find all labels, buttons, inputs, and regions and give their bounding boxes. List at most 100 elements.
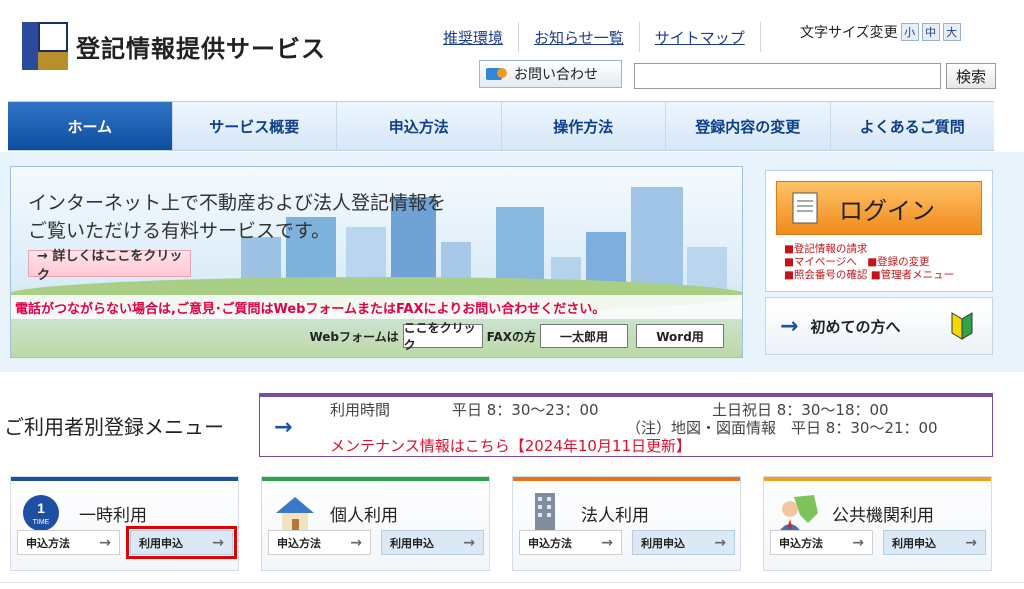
card-personal-use: 個人利用 申込方法 → 利用申込 → xyxy=(261,476,490,571)
arrow-right-icon: → xyxy=(780,313,799,339)
login-sub-change[interactable]: ■登録の変更 xyxy=(867,256,929,268)
arrow-right-icon: → xyxy=(212,534,224,551)
first-time-label: 初めての方へ xyxy=(810,317,901,336)
nav-service-overview[interactable]: サービス概要 xyxy=(173,102,337,150)
logo-mark-icon xyxy=(22,22,68,70)
login-sub-mypage[interactable]: ■マイページへ xyxy=(784,256,857,268)
card-title: 一時利用 xyxy=(79,505,147,526)
hero-contact-row: Webフォームは ここをクリック FAXの方 一太郎用 Word用 xyxy=(309,321,728,352)
btn-label: 申込方法 xyxy=(277,536,321,550)
arrow-right-icon: → xyxy=(350,534,362,551)
nav-application-method[interactable]: 申込方法 xyxy=(337,102,502,150)
hero-banner: インターネット上で不動産および法人登記情報を ご覧いただける有料サービスです。 … xyxy=(10,166,743,358)
hero-notice: 電話がつながらない場合は,ご意見･ご質問はWebフォームまたはFAXによりお問い… xyxy=(11,295,742,319)
link-sitemap[interactable]: サイトマップ xyxy=(640,27,760,48)
temporary-apply-method-button[interactable]: 申込方法 → xyxy=(17,530,120,555)
card-temporary-use: 1 TIME 一時利用 申込方法 → 利用申込 → xyxy=(10,476,239,571)
btn-label: 申込方法 xyxy=(779,536,823,550)
login-label: ログイン xyxy=(839,196,935,225)
arrow-right-icon: → xyxy=(274,415,293,440)
search-input[interactable] xyxy=(634,63,941,89)
nav-registration-change[interactable]: 登録内容の変更 xyxy=(666,102,831,150)
login-sub-confirm[interactable]: ■照会番号の確認 xyxy=(784,269,867,281)
login-sub-request[interactable]: ■登記情報の請求 xyxy=(784,243,867,255)
link-news-list[interactable]: お知らせ一覧 xyxy=(519,27,639,48)
hero-detail-link[interactable]: → 詳しくはここをクリック xyxy=(28,249,191,283)
contact-label: お問い合わせ xyxy=(514,67,598,83)
divider xyxy=(759,22,761,52)
card-title: 法人利用 xyxy=(581,505,649,526)
maintenance-link[interactable]: メンテナンス情報はこちら【2024年10月11日更新】 xyxy=(330,435,691,456)
btn-label: 利用申込 xyxy=(892,536,936,550)
card-accent-bar xyxy=(513,477,740,481)
login-button[interactable]: ログイン xyxy=(776,181,982,235)
arrow-right-icon: → xyxy=(99,534,111,551)
hours-panel: → 利用時間 平日 8：30～23：00 土日祝日 8：30～18：00 （注）… xyxy=(259,393,993,457)
font-size-large-button[interactable]: 大 xyxy=(942,23,961,41)
card-title: 公共機関利用 xyxy=(832,505,934,526)
contact-icon xyxy=(486,68,507,80)
login-sub-admin[interactable]: ■管理者メニュー xyxy=(871,269,954,281)
hours-weekday: 平日 8：30～23：00 xyxy=(452,401,599,419)
official-person-icon xyxy=(778,495,818,533)
main-nav: ホーム サービス概要 申込方法 操作方法 登録内容の変更 よくあるご質問 xyxy=(8,101,994,151)
beginner-leaf-icon xyxy=(951,312,973,340)
time-icon-label: TIME xyxy=(33,519,50,526)
btn-label: 申込方法 xyxy=(528,536,572,550)
document-icon xyxy=(792,192,818,224)
hours-label: 利用時間 xyxy=(330,401,391,419)
search-button[interactable]: 検索 xyxy=(946,63,996,89)
webform-button[interactable]: ここをクリック xyxy=(402,321,483,352)
btn-label: 申込方法 xyxy=(26,536,70,550)
top-links: 推奨環境 お知らせ一覧 サイトマップ xyxy=(428,22,761,52)
card-accent-bar xyxy=(262,477,489,481)
personal-apply-method-button[interactable]: 申込方法 → xyxy=(268,530,371,555)
hero-line-1: インターネット上で不動産および法人登記情報を xyxy=(28,192,447,214)
house-icon xyxy=(276,497,314,531)
corporate-apply-method-button[interactable]: 申込方法 → xyxy=(519,530,622,555)
card-title: 個人利用 xyxy=(330,505,398,526)
font-size-label: 文字サイズ変更 xyxy=(800,25,898,41)
arrow-right-icon: → xyxy=(965,534,977,551)
hero-line-2: ご覧いただける有料サービスです。 xyxy=(28,220,331,242)
contact-button[interactable]: お問い合わせ xyxy=(479,60,622,88)
arrow-right-icon: → xyxy=(601,534,613,551)
menu-title: ご利用者別登録メニュー xyxy=(4,415,224,439)
font-size-medium-button[interactable]: 中 xyxy=(921,23,940,41)
login-submenu: ■登記情報の請求 ■マイページへ ■登録の変更 ■照会番号の確認 ■管理者メニュ… xyxy=(784,243,954,282)
nav-home[interactable]: ホーム xyxy=(8,102,173,150)
divider xyxy=(0,582,1024,583)
public-apply-method-button[interactable]: 申込方法 → xyxy=(770,530,873,555)
card-accent-bar xyxy=(764,477,991,481)
fax-word-button[interactable]: Word用 xyxy=(636,324,724,348)
public-apply-button[interactable]: 利用申込 → xyxy=(883,530,986,555)
time-icon-number: 1 xyxy=(37,500,45,516)
arrow-right-icon: → xyxy=(714,534,726,551)
site-title: 登記情報提供サービス xyxy=(76,34,326,63)
font-size-small-button[interactable]: 小 xyxy=(900,23,919,41)
building-icon xyxy=(535,493,555,533)
personal-apply-button[interactable]: 利用申込 → xyxy=(381,530,484,555)
nav-faq[interactable]: よくあるご質問 xyxy=(831,102,995,150)
temporary-apply-button[interactable]: 利用申込 → xyxy=(126,526,237,559)
nav-operation-method[interactable]: 操作方法 xyxy=(502,102,666,150)
btn-label: 利用申込 xyxy=(390,536,434,550)
time-icon: 1 TIME xyxy=(23,495,59,531)
btn-label: 利用申込 xyxy=(139,536,183,550)
arrow-right-icon: → xyxy=(852,534,864,551)
card-corporate-use: 法人利用 申込方法 → 利用申込 → xyxy=(512,476,741,571)
arrow-right-icon: → xyxy=(463,534,475,551)
webform-label: Webフォームは xyxy=(309,329,399,344)
site-logo[interactable]: 登記情報提供サービス xyxy=(22,22,326,70)
fax-ichitaro-button[interactable]: 一太郎用 xyxy=(540,324,628,348)
link-recommended-env[interactable]: 推奨環境 xyxy=(428,27,518,48)
font-size-control: 文字サイズ変更 小 中 大 xyxy=(800,22,961,42)
card-accent-bar xyxy=(11,477,238,481)
fax-label: FAXの方 xyxy=(486,329,536,344)
card-public-agency-use: 公共機関利用 申込方法 → 利用申込 → xyxy=(763,476,992,571)
btn-label: 利用申込 xyxy=(641,536,685,550)
login-panel: ログイン ■登記情報の請求 ■マイページへ ■登録の変更 ■照会番号の確認 ■管… xyxy=(765,170,993,292)
hero-message: インターネット上で不動産および法人登記情報を ご覧いただける有料サービスです。 xyxy=(28,189,446,245)
corporate-apply-button[interactable]: 利用申込 → xyxy=(632,530,735,555)
first-time-button[interactable]: → 初めての方へ xyxy=(765,297,993,355)
